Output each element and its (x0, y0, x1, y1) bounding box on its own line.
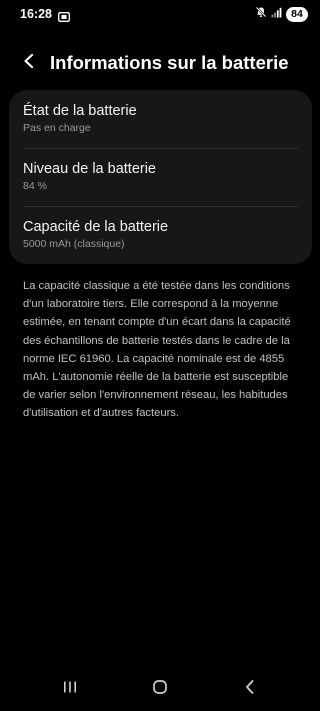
back-nav-button[interactable] (238, 677, 262, 701)
list-item-battery-capacity[interactable]: Capacité de la batterie 5000 mAh (classi… (9, 206, 312, 264)
item-subtitle: 84 % (23, 180, 47, 192)
status-icons: 84 (255, 5, 308, 23)
capacity-info-text: La capacité classique a été testée dans … (23, 280, 291, 420)
navigation-bar (0, 667, 320, 711)
item-title: Capacité de la batterie (23, 219, 169, 235)
status-time: 16:28 (20, 7, 52, 21)
battery-icon: 84 (286, 6, 308, 22)
item-subtitle: Pas en charge (23, 122, 91, 134)
home-icon (152, 679, 168, 700)
battery-info-card: État de la batterie Pas en charge Niveau… (9, 90, 312, 264)
item-title: État de la batterie (23, 103, 137, 119)
signal-icon (271, 5, 282, 23)
recent-apps-icon (62, 680, 78, 699)
list-item-battery-state[interactable]: État de la batterie Pas en charge (9, 90, 312, 148)
chevron-left-icon (22, 53, 36, 74)
list-item-battery-level[interactable]: Niveau de la batterie 84 % (9, 148, 312, 206)
status-bar: 16:28 84 (0, 0, 320, 28)
screenshot-icon (58, 9, 70, 22)
recent-apps-button[interactable] (58, 677, 82, 701)
screen: 16:28 84 Informations sur la batterie Ét… (0, 0, 320, 711)
item-subtitle: 5000 mAh (classique) (23, 238, 125, 250)
header: Informations sur la batterie (0, 44, 320, 82)
item-title: Niveau de la batterie (23, 161, 156, 177)
mute-icon (255, 5, 267, 23)
back-icon (244, 679, 256, 700)
page-title: Informations sur la batterie (50, 52, 289, 73)
back-button[interactable] (14, 48, 44, 78)
home-button[interactable] (148, 677, 172, 701)
